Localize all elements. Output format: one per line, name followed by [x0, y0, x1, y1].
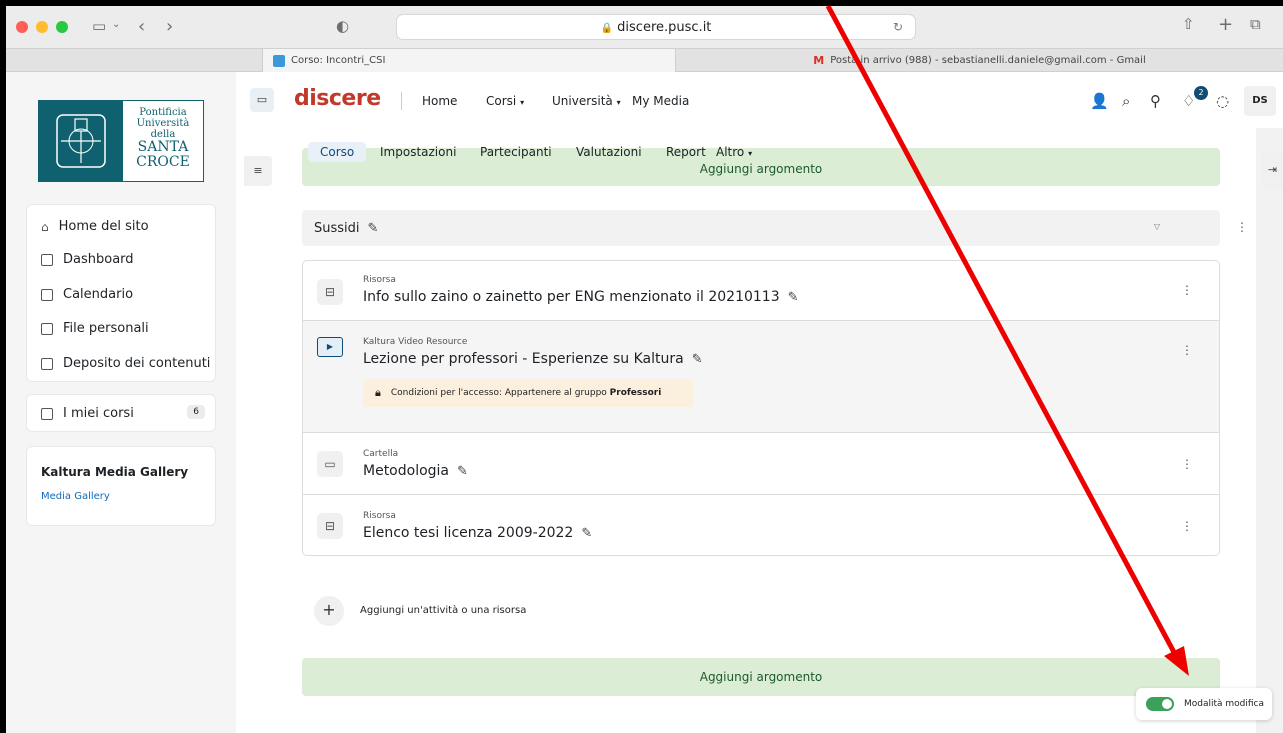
- browser-window: ▭ ⌄ ‹ › ◐ 🔒 discere.pusc.it ↻ ⇧ + ⧉ Cors…: [6, 6, 1283, 733]
- annotation-arrow: [825, 6, 1189, 676]
